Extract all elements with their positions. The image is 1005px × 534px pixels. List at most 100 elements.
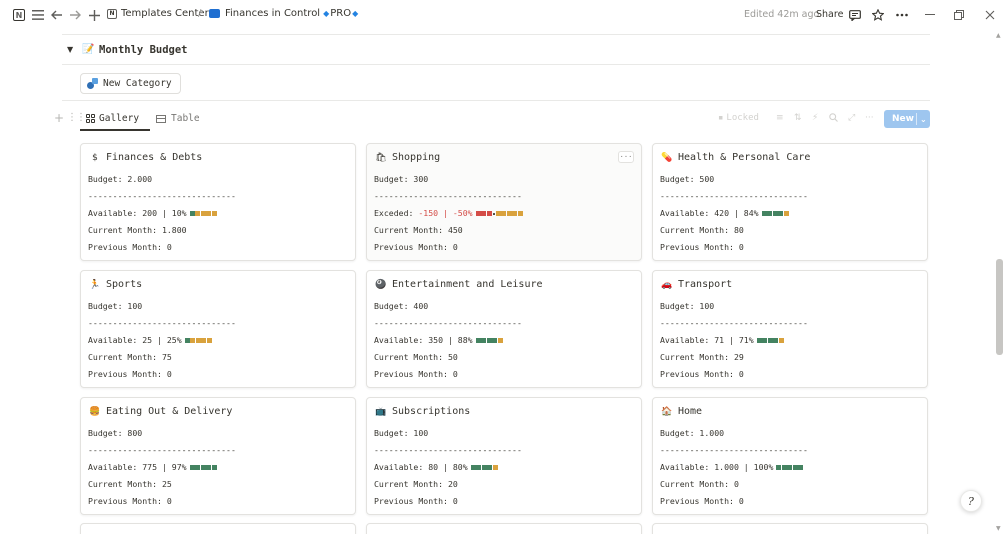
gallery-card[interactable]: 🚗 Transport Budget: 100 -------------------… bbox=[652, 270, 928, 388]
gallery-card[interactable]: 🏃 Sports Budget: 100 ----------------------… bbox=[80, 270, 356, 388]
budget-text: Budget: 1.000 bbox=[660, 428, 725, 438]
progress-segment bbox=[517, 211, 523, 216]
exceeded-label: Exceded: bbox=[374, 208, 414, 218]
lock-icon: ▪ bbox=[718, 113, 724, 123]
card-title: 💊 Health & Personal Care bbox=[661, 152, 810, 163]
previous-month-text: Previous Month: 0 bbox=[88, 496, 172, 506]
toggle-arrow-icon[interactable]: ▼ bbox=[67, 45, 73, 54]
divider-text: ------------------------------ bbox=[88, 191, 236, 201]
current-month-text: Current Month: 75 bbox=[88, 352, 172, 362]
progress-segment bbox=[481, 338, 487, 343]
previous-month-text: Previous Month: 0 bbox=[88, 242, 172, 252]
divider-text: ------------------------------ bbox=[88, 318, 236, 328]
progress-bar bbox=[189, 465, 218, 470]
new-category-button[interactable]: New Category bbox=[80, 73, 181, 94]
notion-logo-icon[interactable]: N bbox=[12, 8, 26, 22]
breadcrumb-templates-center[interactable]: N Templates Center bbox=[107, 8, 209, 19]
forward-arrow-icon[interactable] bbox=[68, 8, 82, 22]
add-block-icon[interactable]: + bbox=[54, 111, 64, 125]
available-line: Available: 420 | 84% bbox=[660, 208, 789, 218]
divider-text: ------------------------------ bbox=[374, 445, 522, 455]
search-icon[interactable] bbox=[829, 113, 838, 122]
gallery-card[interactable]: 🏠 Home Budget: 1.000 ----------------------… bbox=[652, 397, 928, 515]
back-arrow-icon[interactable] bbox=[50, 8, 64, 22]
last-edited-text: Edited 42m ago bbox=[744, 9, 820, 20]
breadcrumb-separator: / bbox=[198, 8, 202, 19]
chevron-down-icon[interactable]: ⌄ bbox=[917, 115, 927, 124]
restore-icon[interactable] bbox=[952, 8, 966, 22]
share-button[interactable]: Share bbox=[816, 9, 843, 20]
gallery-card[interactable]: 📺 Subscriptions Budget: 100 ---------------… bbox=[366, 397, 642, 515]
available-line: Available: 1.000 | 100% bbox=[660, 462, 804, 472]
gallery-card-partial[interactable] bbox=[80, 523, 356, 534]
close-icon[interactable] bbox=[983, 8, 997, 22]
progress-segment bbox=[792, 465, 798, 470]
divider-text: ------------------------------ bbox=[660, 191, 808, 201]
menu-icon[interactable] bbox=[31, 8, 45, 22]
comment-icon[interactable] bbox=[848, 8, 862, 22]
drag-handle-icon[interactable]: ⋮⋮ bbox=[67, 112, 86, 123]
pro-badge: PRO bbox=[330, 8, 352, 19]
automation-icon[interactable]: ⚡ bbox=[812, 113, 818, 123]
gallery-card[interactable]: 💊 Health & Personal Care Budget: 500 ------… bbox=[652, 143, 928, 261]
new-entry-button[interactable]: New ⌄ bbox=[884, 110, 930, 128]
scroll-up-icon[interactable]: ▲ bbox=[996, 32, 1001, 39]
card-title-text: Subscriptions bbox=[392, 406, 471, 417]
card-title-text: Sports bbox=[106, 279, 143, 290]
card-title: 🚗 Transport bbox=[661, 279, 732, 290]
gallery-card-partial[interactable] bbox=[652, 523, 928, 534]
minimize-icon[interactable] bbox=[923, 8, 937, 22]
gallery-card[interactable]: 🎱 Entertainment and Leisure Budget: 400 ---… bbox=[366, 270, 642, 388]
gallery-card[interactable]: 🍔 Eating Out & Delivery Budget: 800 -------… bbox=[80, 397, 356, 515]
progress-bar bbox=[761, 211, 790, 216]
progress-segment bbox=[475, 211, 481, 216]
progress-segment bbox=[781, 465, 787, 470]
gallery-card[interactable]: 🛍 Shopping ··· Budget: 300 -----------------… bbox=[366, 143, 642, 261]
breadcrumb-finances-in-control[interactable]: Finances in Control ◆ PRO ◆ bbox=[209, 8, 359, 19]
progress-segment bbox=[761, 211, 767, 216]
progress-segment bbox=[470, 465, 476, 470]
help-button[interactable]: ? bbox=[960, 490, 982, 512]
locked-indicator[interactable]: ▪ Locked bbox=[718, 113, 759, 123]
progress-bar bbox=[184, 338, 213, 343]
gallery-card[interactable]: $ Finances & Debts Budget: 2.000 ----------… bbox=[80, 143, 356, 261]
progress-segment bbox=[487, 465, 493, 470]
available-line: Available: 80 | 80% bbox=[374, 462, 498, 472]
available-line: Available: 25 | 25% bbox=[88, 335, 212, 345]
progress-segment bbox=[772, 211, 778, 216]
tab-gallery[interactable]: Gallery bbox=[86, 113, 139, 124]
progress-segment bbox=[762, 338, 768, 343]
current-month-text: Current Month: 29 bbox=[660, 352, 744, 362]
progress-segment bbox=[189, 211, 195, 216]
progress-segment bbox=[773, 338, 779, 343]
progress-segment bbox=[184, 338, 190, 343]
progress-segment bbox=[787, 465, 793, 470]
more-options-icon[interactable] bbox=[895, 8, 909, 22]
filter-icon[interactable]: ≡ bbox=[776, 113, 784, 123]
card-title-text: Transport bbox=[678, 279, 733, 290]
progress-segment bbox=[492, 211, 495, 216]
progress-segment bbox=[486, 211, 492, 216]
star-icon[interactable] bbox=[871, 8, 885, 22]
progress-segment bbox=[778, 211, 784, 216]
previous-month-text: Previous Month: 0 bbox=[374, 242, 458, 252]
more-view-options-icon[interactable]: ··· bbox=[865, 113, 874, 123]
sort-icon[interactable]: ⇅ bbox=[794, 113, 802, 123]
tab-table[interactable]: Table bbox=[156, 113, 200, 124]
progress-segment bbox=[195, 338, 201, 343]
diamond-icon: ◆ bbox=[323, 9, 330, 18]
card-more-button[interactable]: ··· bbox=[618, 151, 634, 163]
scrollbar-thumb[interactable] bbox=[996, 259, 1003, 355]
add-page-icon[interactable] bbox=[87, 8, 101, 22]
divider bbox=[62, 34, 930, 35]
exceeded-line: Exceded: -150 | -50% bbox=[374, 208, 523, 218]
gallery-card-partial[interactable] bbox=[366, 523, 642, 534]
progress-segment bbox=[189, 465, 195, 470]
expand-icon[interactable]: ⤢ bbox=[848, 113, 855, 123]
card-title-text: Home bbox=[678, 406, 703, 417]
progress-bar bbox=[189, 211, 218, 216]
current-month-text: Current Month: 1.800 bbox=[88, 225, 187, 235]
progress-segment bbox=[486, 338, 492, 343]
category-icon: 💊 bbox=[661, 152, 673, 163]
scroll-down-icon[interactable]: ▼ bbox=[996, 525, 1001, 532]
